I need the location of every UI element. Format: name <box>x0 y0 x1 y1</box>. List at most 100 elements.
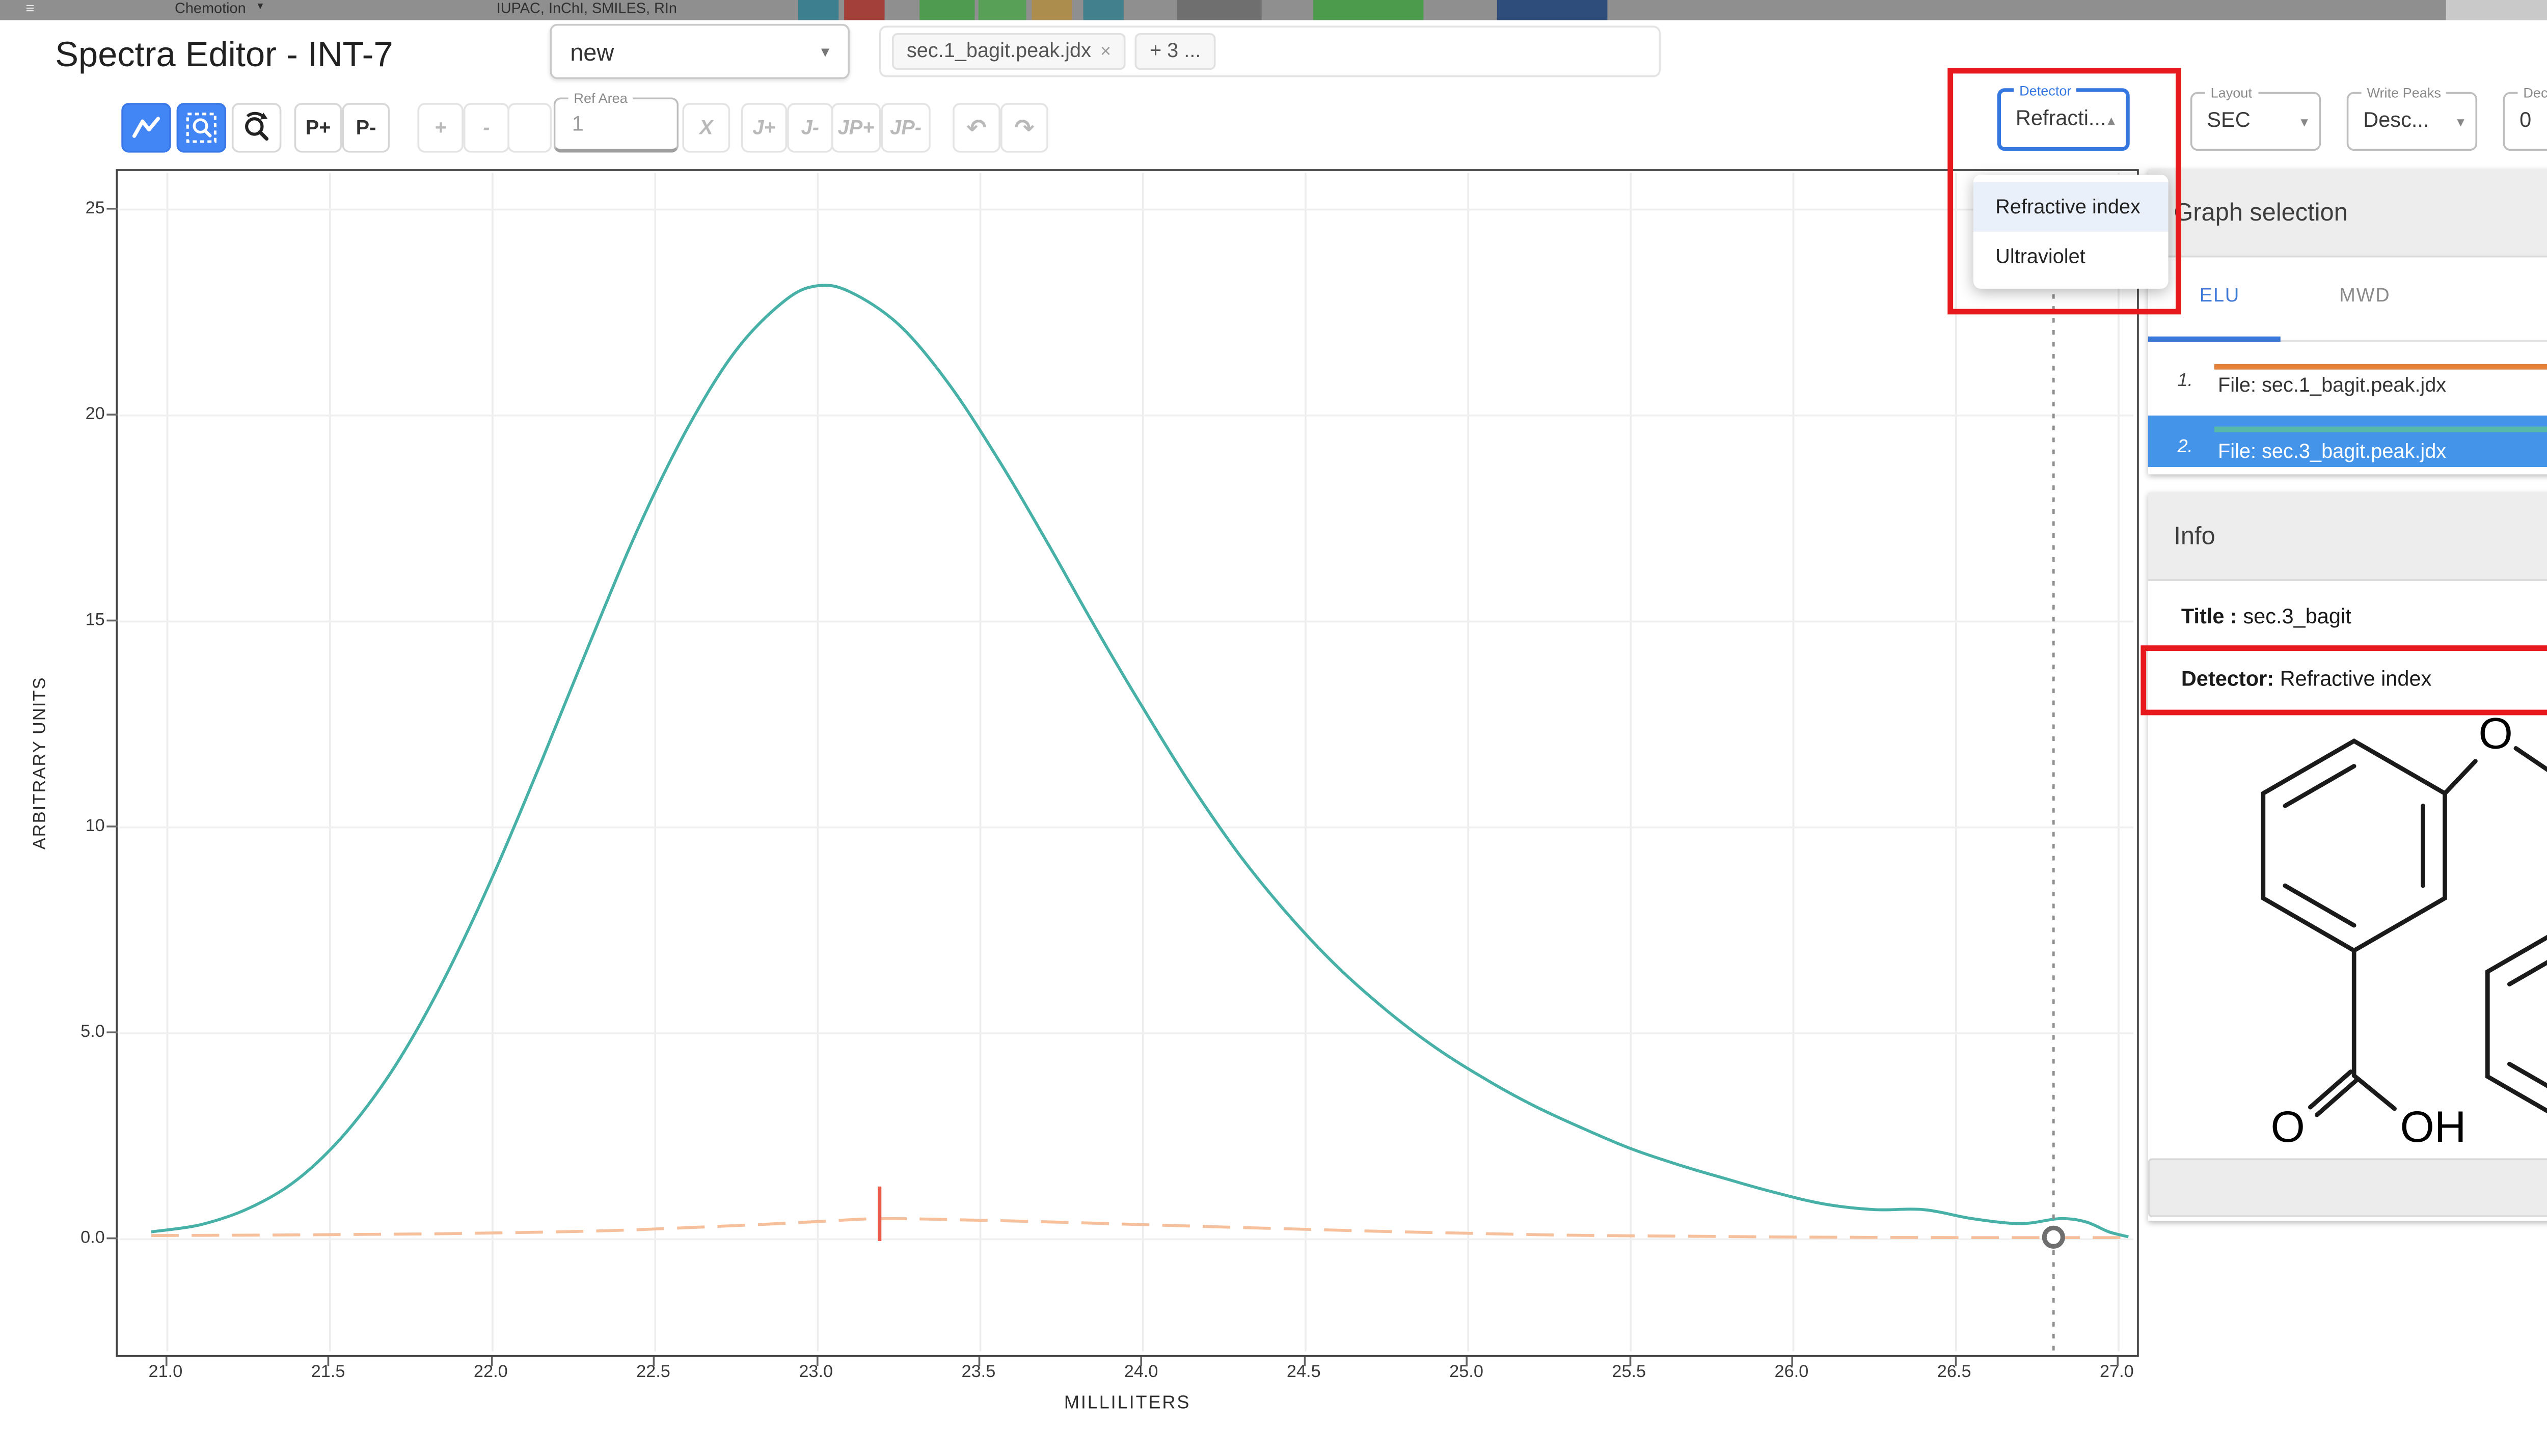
info-footer-panel <box>2148 1158 2547 1217</box>
chromatogram-chart[interactable] <box>116 169 2138 1357</box>
y-tick-label: 20 <box>49 403 104 424</box>
x-tick-mark <box>166 1357 168 1366</box>
background-nav-app[interactable]: Chemotion <box>175 0 246 16</box>
y-tick-mark <box>106 620 118 622</box>
chevron-down-icon: ▾ <box>821 41 829 62</box>
tab-mwd[interactable]: MWD <box>2339 285 2390 307</box>
write-peaks-select-value: Desc... <box>2363 111 2429 132</box>
detector-option-refractive-index[interactable]: Refractive index <box>1973 182 2169 231</box>
chevron-up-icon: ▴ <box>2107 112 2115 128</box>
ref-area-label: Ref Area <box>568 90 633 106</box>
background-icon-block <box>979 0 1026 20</box>
y-tick-label: 15 <box>49 610 104 630</box>
toolbar-peak-remove-button[interactable]: P- <box>342 103 390 152</box>
file-tag[interactable]: + 3 ... <box>1135 33 1215 70</box>
file-row-index: 1. <box>2178 371 2193 392</box>
tab-elu[interactable]: ELU <box>2200 285 2240 307</box>
toolbar-clear-button: X <box>682 103 730 152</box>
chevron-down-icon: ▾ <box>257 0 263 13</box>
y-tick-mark <box>106 826 118 828</box>
y-tick-label: 5.0 <box>49 1022 104 1042</box>
remove-tag-icon[interactable]: × <box>1100 41 1111 62</box>
file-row-label[interactable]: File: sec.1_bagit.peak.jdx <box>2218 375 2446 397</box>
preset-select[interactable]: new ▾ <box>550 24 849 79</box>
toolbar-blank-button <box>507 103 552 152</box>
info-row-title: Title : sec.3_bagit <box>2181 607 2351 628</box>
y-tick-label: 0.0 <box>49 1227 104 1248</box>
graph-selection-title: Graph selection <box>2174 199 2347 226</box>
file-tag[interactable]: sec.1_bagit.peak.jdx× <box>892 33 1126 70</box>
toolbar-undo-button: ↶ <box>953 103 1000 152</box>
detector-select-label: Detector <box>2014 83 2077 99</box>
y-tick-label: 10 <box>49 815 104 836</box>
toolbar-line-mode-button[interactable] <box>121 103 171 152</box>
write-peaks-select-label: Write Peaks <box>2362 85 2447 101</box>
background-icon-block <box>1313 0 1424 20</box>
background-icon-block <box>844 0 884 20</box>
toolbar-j-remove-button: J- <box>787 103 833 152</box>
x-axis-label: MILLILITERS <box>1064 1394 1190 1414</box>
y-axis-label: ARBITRARY UNITS <box>31 676 51 849</box>
decimal-select-value: 0 <box>2519 111 2531 132</box>
toolbar-j-add-button: J+ <box>741 103 787 152</box>
file-tag-label: + 3 ... <box>1150 40 1201 62</box>
decimal-select[interactable]: Decimal 0 ▾ <box>2503 92 2547 151</box>
x-tick-mark <box>1141 1357 1143 1366</box>
active-tab-underline <box>2148 337 2281 342</box>
zoom-area-icon <box>184 111 219 146</box>
x-tick-mark <box>2117 1357 2119 1366</box>
x-tick-mark <box>654 1357 656 1366</box>
toolbar-zoom-select-button[interactable] <box>177 103 226 152</box>
toolbar-plus-button: + <box>418 103 464 152</box>
y-tick-mark <box>106 208 118 210</box>
file-row-index: 2. <box>2178 437 2193 458</box>
x-tick-mark <box>1629 1357 1631 1366</box>
page-title: Spectra Editor - INT-7 <box>55 37 393 77</box>
background-nav-fragment: IUPAC, InChI, SMILES, RIn <box>497 0 677 16</box>
x-tick-mark <box>1467 1357 1469 1366</box>
line-chart-icon <box>130 112 161 143</box>
hamburger-icon[interactable]: ≡ <box>26 0 35 16</box>
layout-select[interactable]: Layout SEC ▾ <box>2190 92 2321 151</box>
background-bar-right: INT test ▾ <box>2446 0 2547 20</box>
graph-selection-header[interactable]: Graph selection ^ <box>2148 169 2547 257</box>
write-peaks-select[interactable]: Write Peaks Desc... ▾ <box>2347 92 2477 151</box>
background-icon-block <box>1083 0 1123 20</box>
chevron-down-icon: ▾ <box>2457 114 2464 130</box>
x-tick-mark <box>328 1357 330 1366</box>
toolbar-jp-remove-button: JP- <box>881 103 930 152</box>
info-row-detector: Detector: Refractive index <box>2181 669 2432 691</box>
toolbar-ref-area-field[interactable]: Ref Area1 <box>554 97 679 152</box>
layout-select-value: SEC <box>2207 111 2250 132</box>
background-icon-block <box>798 0 838 20</box>
y-tick-mark <box>106 414 118 416</box>
x-tick-mark <box>1792 1357 1794 1366</box>
background-icon-block <box>1032 0 1072 20</box>
molecule-structure: O O O OH <box>2170 710 2547 1162</box>
decimal-select-label: Decimal <box>2518 85 2547 101</box>
background-icon-block <box>919 0 974 20</box>
toolbar-minus-button: - <box>464 103 509 152</box>
info-header[interactable]: Info ^ <box>2148 493 2547 581</box>
atom-o-acid: O <box>2271 1103 2305 1151</box>
detector-select[interactable]: Detector Refracti... ▴ <box>1997 88 2130 151</box>
toolbar-zoom-reset-button[interactable] <box>232 103 281 152</box>
toolbar-peak-add-button[interactable]: P+ <box>294 103 342 152</box>
detector-dropdown-menu: Refractive indexUltraviolet <box>1973 175 2169 289</box>
zoom-reset-icon <box>239 111 274 146</box>
x-tick-mark <box>1304 1357 1306 1366</box>
file-row-label[interactable]: File: sec.3_bagit.peak.jdx <box>2218 441 2446 463</box>
background-app-bar: ≡ Chemotion ▾ IUPAC, InChI, SMILES, RIn … <box>0 0 2547 20</box>
x-tick-mark <box>491 1357 493 1366</box>
y-tick-mark <box>106 1238 118 1240</box>
chevron-down-icon: ▾ <box>2300 114 2308 130</box>
x-tick-mark <box>1954 1357 1956 1366</box>
spectra-editor-window: ≡ Chemotion ▾ IUPAC, InChI, SMILES, RIn … <box>0 0 2547 1456</box>
file-tags-box[interactable]: sec.1_bagit.peak.jdx× + 3 ... <box>879 26 1661 77</box>
detector-option-ultraviolet[interactable]: Ultraviolet <box>1973 232 2169 281</box>
info-title: Info <box>2174 522 2215 550</box>
toolbar-redo-button: ↷ <box>1000 103 1048 152</box>
x-tick-mark <box>979 1357 981 1366</box>
atom-oh-acid: OH <box>2400 1103 2466 1151</box>
layout-select-label: Layout <box>2205 85 2258 101</box>
